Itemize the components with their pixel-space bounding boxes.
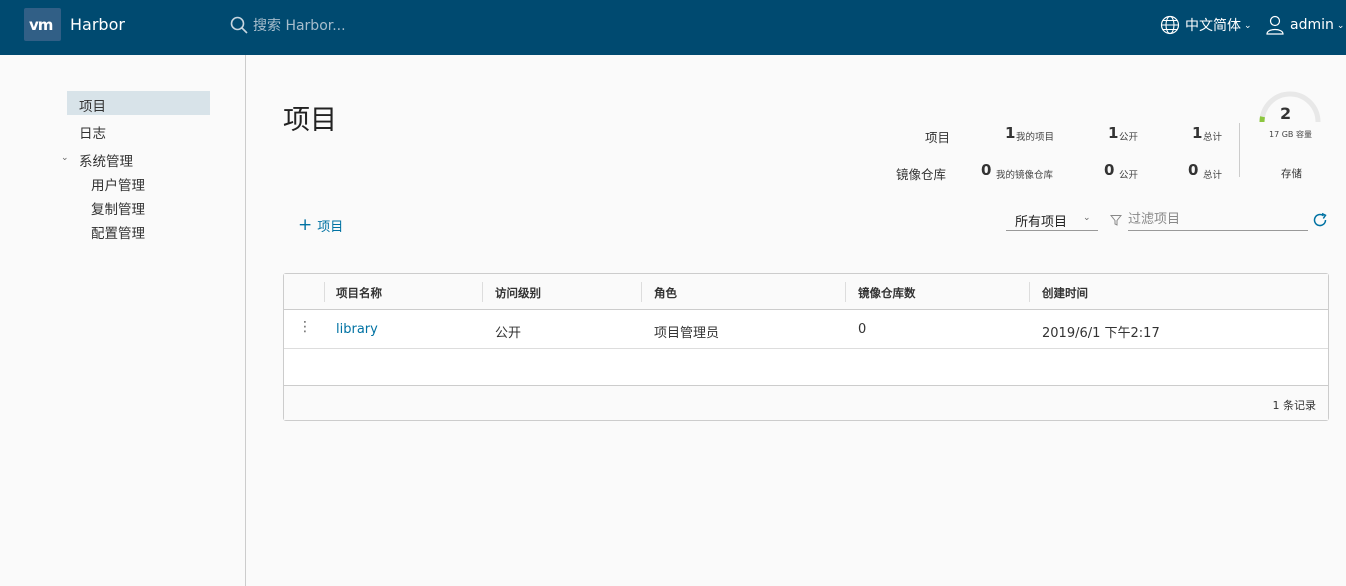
sidebar-item-configuration[interactable]: 配置管理 bbox=[91, 222, 145, 242]
sidebar-item-logs[interactable]: 日志 bbox=[79, 122, 106, 142]
stat-public-projects-label: 公开 bbox=[1119, 132, 1139, 143]
filter-icon bbox=[1110, 215, 1122, 226]
stat-public-repos-label: 公开 bbox=[1119, 170, 1139, 181]
column-header-creation-time[interactable]: 创建时间 bbox=[1030, 274, 1328, 310]
plus-icon: + bbox=[298, 214, 313, 235]
stats-divider bbox=[1239, 123, 1240, 177]
projects-table: 项目名称 访问级别 角色 镜像仓库数 创建时间 ⋮ library 公开 项目管… bbox=[283, 273, 1329, 421]
column-header-access-level[interactable]: 访问级别 bbox=[483, 274, 641, 310]
chevron-down-icon[interactable]: ⌄ bbox=[61, 153, 69, 163]
language-label: 中文简体 bbox=[1185, 18, 1241, 34]
add-project-label: 项目 bbox=[317, 220, 344, 235]
access-level-cell: 公开 bbox=[495, 326, 522, 341]
stat-total-projects-count: 1 bbox=[1192, 124, 1203, 142]
role-cell: 项目管理员 bbox=[654, 326, 720, 341]
app-title[interactable]: Harbor bbox=[70, 15, 125, 34]
storage-capacity-label: 17 GB 容量 bbox=[1269, 130, 1312, 139]
sidebar-item-users[interactable]: 用户管理 bbox=[91, 174, 145, 194]
project-name-link[interactable]: library bbox=[324, 311, 378, 349]
project-type-select[interactable]: 所有项目 ⌄ bbox=[1006, 208, 1098, 231]
vmware-logo[interactable]: vm bbox=[24, 8, 61, 41]
stat-public-projects-count: 1 bbox=[1108, 124, 1119, 142]
creation-time-cell: 2019/6/1 下午2:17 bbox=[1042, 326, 1160, 341]
add-project-button[interactable]: + 项目 bbox=[298, 214, 344, 236]
project-type-select-value: 所有项目 bbox=[1015, 215, 1068, 230]
record-count: 1 条记录 bbox=[1272, 399, 1317, 412]
chevron-down-icon: ⌄ bbox=[1244, 21, 1252, 31]
sidebar-item-replications[interactable]: 复制管理 bbox=[91, 198, 145, 218]
repo-count-cell: 0 bbox=[858, 322, 867, 337]
global-search-input[interactable] bbox=[253, 16, 513, 36]
column-header-project-name[interactable]: 项目名称 bbox=[324, 274, 482, 310]
logo-text: vm bbox=[29, 16, 53, 34]
sidebar-item-administration[interactable]: 系统管理 bbox=[79, 150, 133, 170]
stat-total-projects-label: 总计 bbox=[1203, 132, 1223, 143]
user-icon bbox=[1266, 15, 1284, 35]
stat-my-repos-label: 我的镜像仓库 bbox=[996, 170, 1054, 181]
refresh-icon[interactable] bbox=[1312, 212, 1328, 228]
filter-projects-input[interactable] bbox=[1128, 208, 1308, 231]
table-footer: 1 条记录 bbox=[284, 386, 1328, 420]
sidebar-item-projects[interactable]: 项目 bbox=[67, 91, 210, 115]
stat-row-label-repos: 镜像仓库 bbox=[896, 167, 947, 182]
stat-my-repos-count: 0 bbox=[981, 161, 992, 179]
storage-label: 存储 bbox=[1281, 168, 1302, 180]
stat-total-repos-label: 总计 bbox=[1203, 170, 1223, 181]
column-header-role[interactable]: 角色 bbox=[642, 274, 845, 310]
page-title: 项目 bbox=[283, 105, 337, 136]
storage-gauge-value: 2 bbox=[1280, 104, 1292, 123]
stat-total-repos-count: 0 bbox=[1188, 161, 1199, 179]
username: admin bbox=[1290, 17, 1334, 33]
search-icon bbox=[230, 16, 248, 34]
stat-my-projects-label: 我的项目 bbox=[1016, 132, 1055, 143]
globe-icon bbox=[1160, 15, 1180, 35]
table-empty-space bbox=[284, 350, 1328, 386]
stat-row-label-projects: 项目 bbox=[925, 130, 951, 145]
column-header-repo-count[interactable]: 镜像仓库数 bbox=[846, 274, 1029, 310]
stat-my-projects-count: 1 bbox=[1005, 124, 1016, 142]
chevron-down-icon: ⌄ bbox=[1083, 213, 1091, 223]
more-actions-icon[interactable]: ⋮ bbox=[298, 320, 312, 334]
table-header: 项目名称 访问级别 角色 镜像仓库数 创建时间 bbox=[284, 274, 1328, 310]
stat-public-repos-count: 0 bbox=[1104, 161, 1115, 179]
language-selector[interactable]: 中文简体 ⌄ bbox=[1160, 14, 1252, 36]
chevron-down-icon: ⌄ bbox=[1336, 21, 1345, 31]
top-nav-bar: vm Harbor 中文简体 ⌄ admin ⌄ bbox=[0, 0, 1346, 55]
sidebar: 项目 日志 ⌄ 系统管理 用户管理 复制管理 配置管理 bbox=[0, 55, 246, 586]
user-menu[interactable]: admin ⌄ bbox=[1266, 14, 1344, 36]
table-row: ⋮ library 公开 项目管理员 0 2019/6/1 下午2:17 bbox=[284, 311, 1328, 349]
